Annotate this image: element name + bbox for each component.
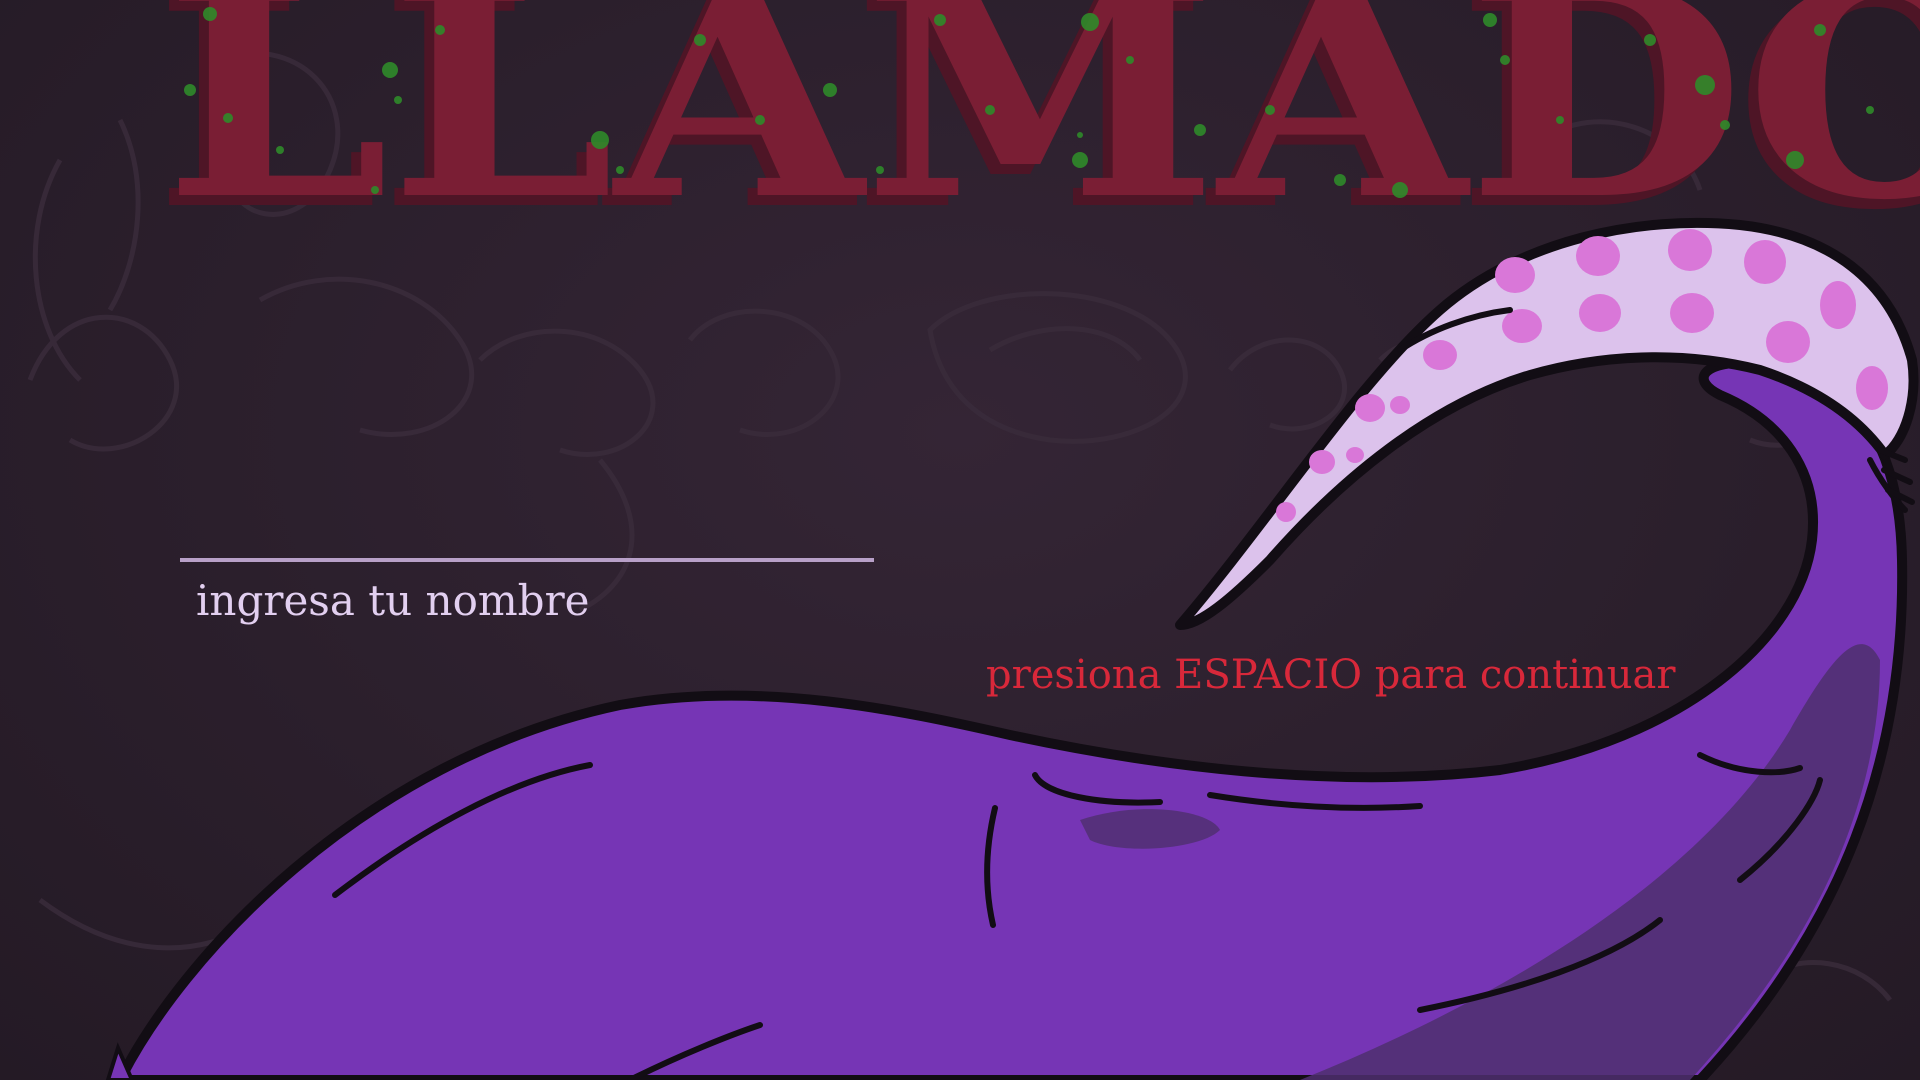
tentacle-illustration — [105, 217, 1919, 1080]
name-input[interactable] — [196, 572, 856, 628]
title-screen: LLAMADO LLAMADO ingresa tu nombre presio… — [0, 0, 1920, 1080]
name-input-group — [180, 552, 874, 632]
continue-hint: presiona ESPACIO para continuar — [986, 652, 1676, 698]
name-input-underline — [180, 558, 874, 562]
